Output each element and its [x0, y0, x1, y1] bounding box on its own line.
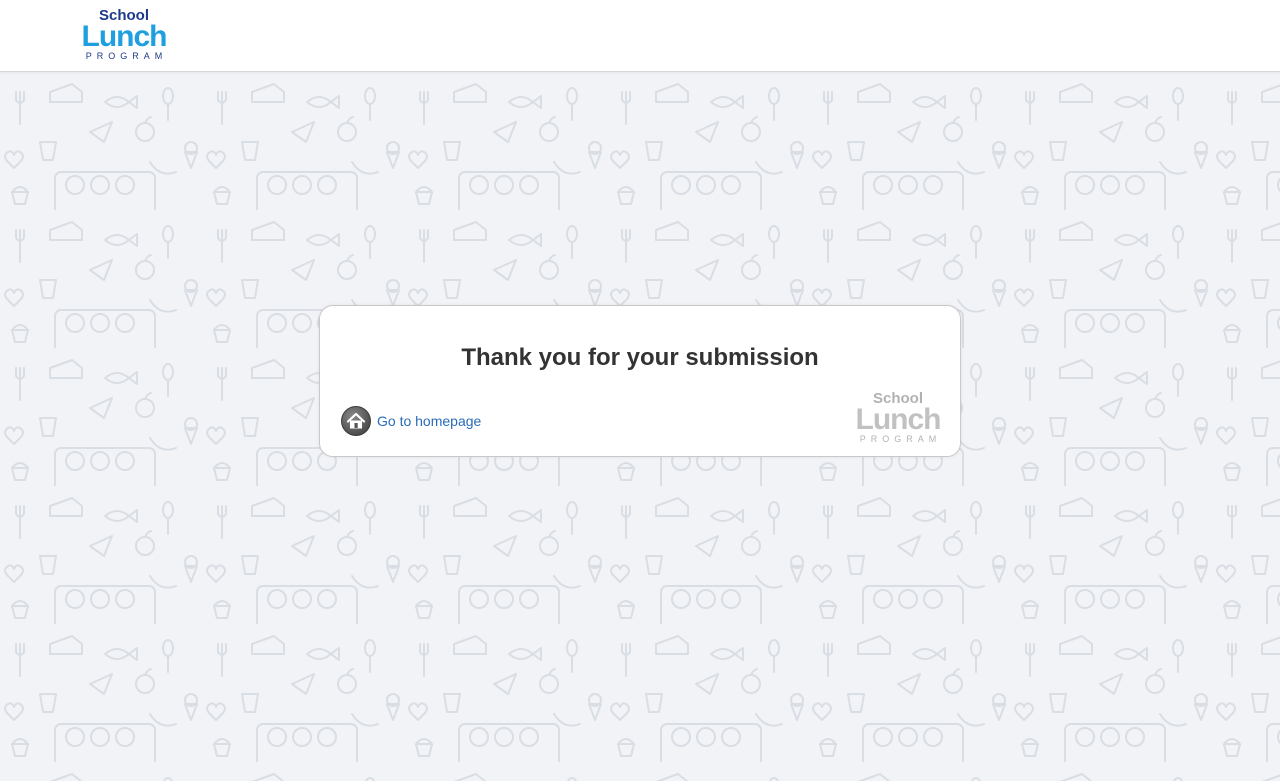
home-icon — [341, 406, 371, 436]
logo-line-program: PROGRAM — [85, 51, 168, 61]
submission-confirmation-card: Thank you for your submission Go to home… — [319, 305, 961, 457]
watermark-logo: School Lunch PROGRAM — [846, 391, 950, 447]
confirmation-title: Thank you for your submission — [461, 344, 819, 371]
go-to-homepage-link[interactable]: Go to homepage — [341, 405, 481, 437]
go-to-homepage-label: Go to homepage — [377, 413, 482, 429]
watermark-line-lunch: Lunch — [855, 403, 942, 436]
logo-line-lunch: Lunch — [81, 20, 168, 53]
school-lunch-program-logo[interactable]: School Lunch PROGRAM — [70, 8, 178, 64]
watermark-line-program: PROGRAM — [859, 434, 942, 444]
site-header: School Lunch PROGRAM — [0, 0, 1280, 72]
